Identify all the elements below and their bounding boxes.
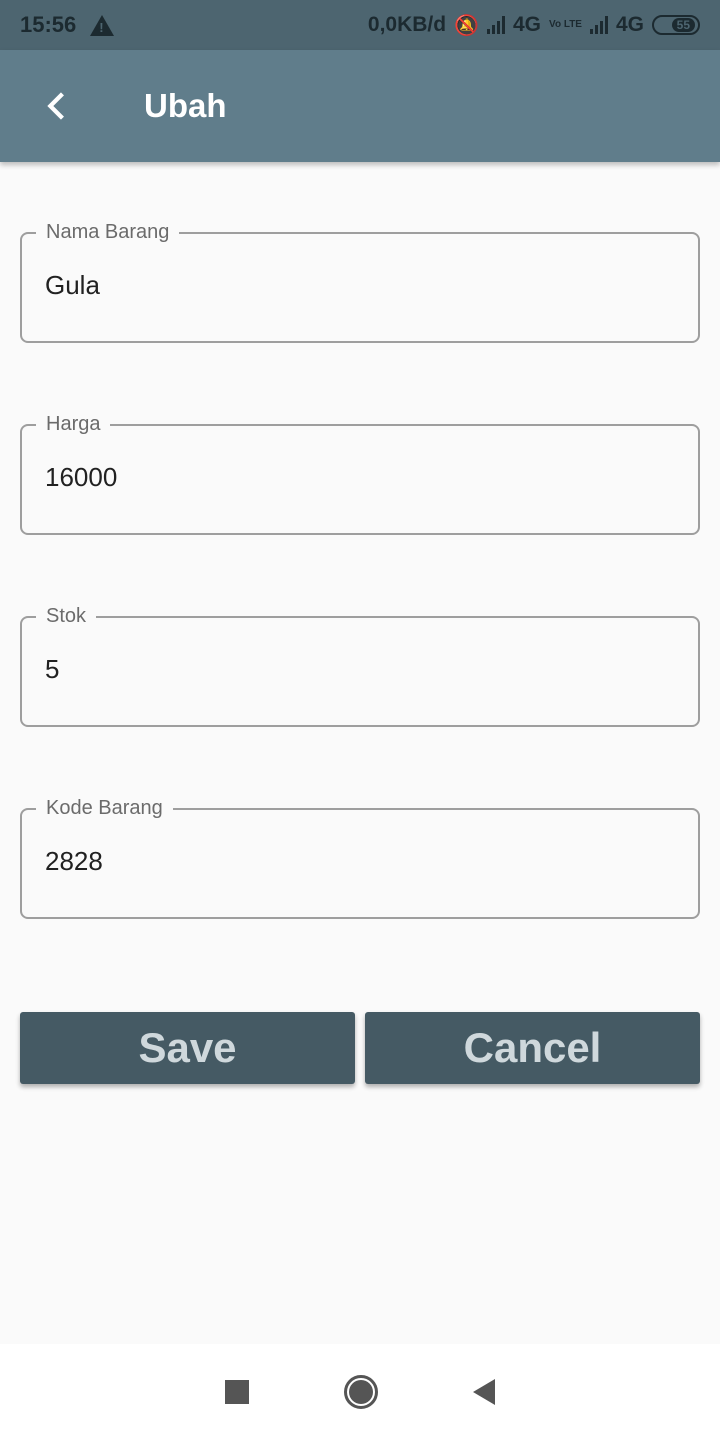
- sim1-network-type: 4G: [513, 13, 542, 36]
- volte-indicator: Vo LTE: [549, 19, 582, 30]
- back-triangle-icon[interactable]: [473, 1379, 495, 1405]
- sim2-network-type: 4G: [615, 13, 644, 36]
- field-value[interactable]: 5: [45, 654, 59, 685]
- battery-level: 55: [671, 18, 695, 32]
- stok-field[interactable]: Stok 5: [20, 601, 700, 727]
- status-time: 15:56: [20, 12, 77, 37]
- kode-barang-field[interactable]: Kode Barang 2828: [20, 793, 700, 919]
- field-label: Harga: [36, 409, 111, 439]
- home-circle-icon[interactable]: [344, 1375, 378, 1409]
- field-label: Kode Barang: [36, 793, 173, 823]
- recents-square-icon[interactable]: [225, 1380, 249, 1404]
- bell-off-icon: 🔕: [454, 14, 479, 37]
- field-value[interactable]: 16000: [45, 462, 117, 493]
- system-nav-bar: [0, 1344, 720, 1440]
- warning-icon: [90, 14, 115, 36]
- chevron-left-icon: [47, 92, 64, 120]
- cancel-button[interactable]: Cancel: [365, 1012, 700, 1084]
- field-value[interactable]: Gula: [45, 270, 100, 301]
- save-button[interactable]: Save: [20, 1012, 355, 1084]
- signal-icon: [487, 16, 505, 34]
- page-title: Ubah: [144, 87, 227, 124]
- signal-icon: [589, 16, 608, 34]
- status-bar: 15:56 0,0KB/d 🔕 4G Vo LTE 4G 55: [0, 0, 720, 50]
- app-bar: Ubah: [0, 50, 720, 162]
- field-label: Nama Barang: [36, 217, 180, 247]
- back-button[interactable]: [0, 50, 112, 162]
- harga-field[interactable]: Harga 16000: [20, 409, 700, 535]
- field-label: Stok: [36, 601, 97, 631]
- field-value[interactable]: 2828: [45, 846, 103, 877]
- network-speed: 0,0KB/d: [367, 13, 447, 36]
- nama-barang-field[interactable]: Nama Barang Gula: [20, 217, 700, 343]
- battery-icon: 55: [652, 15, 700, 35]
